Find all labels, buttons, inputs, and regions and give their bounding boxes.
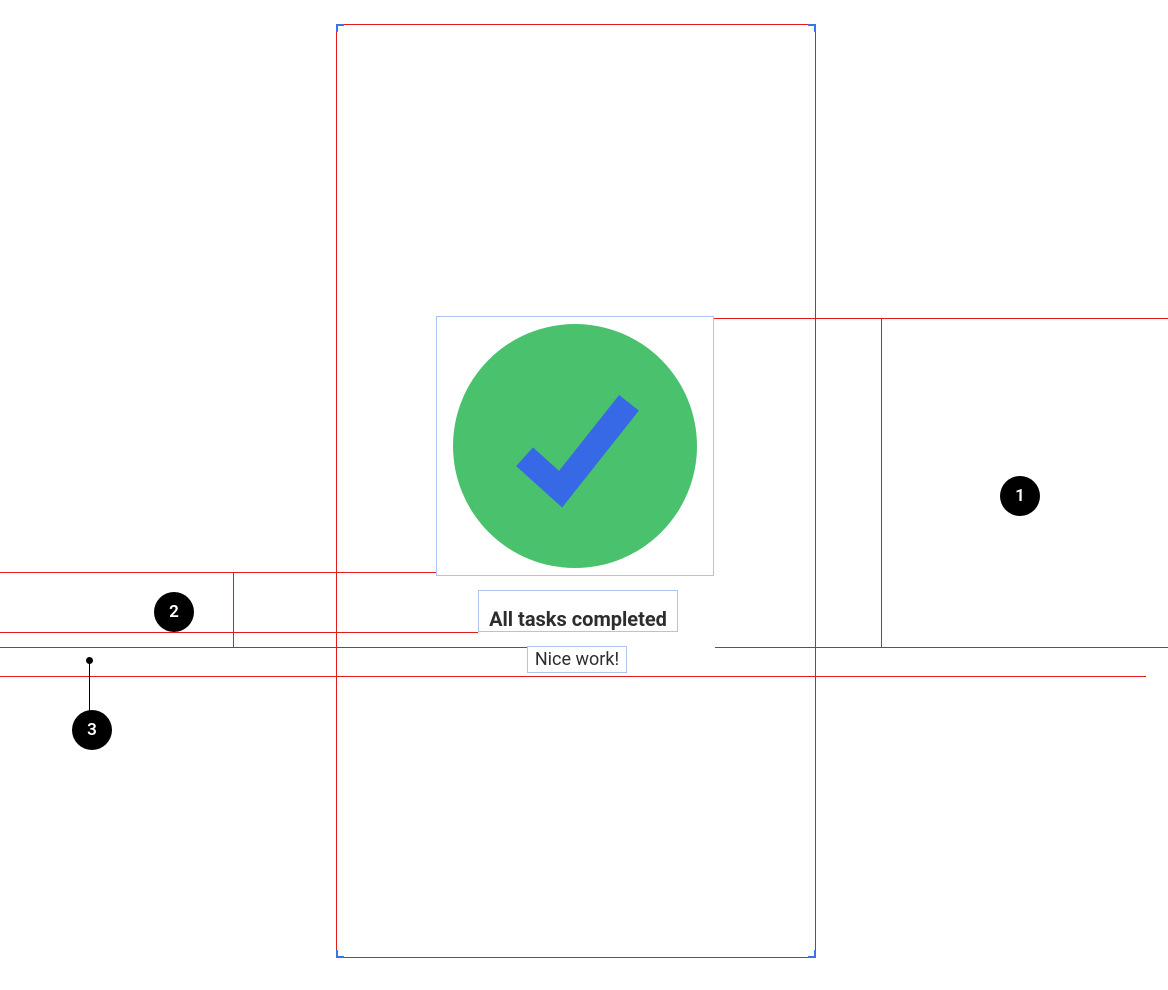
- annotation-badge-3: 3: [72, 710, 112, 750]
- checkmark-icon: [485, 356, 665, 536]
- annotation-badge-1: 1: [1000, 476, 1040, 516]
- guide-line: [713, 318, 1168, 319]
- annotation-badge-label: 1: [1015, 486, 1025, 506]
- status-icon-container: [436, 316, 714, 576]
- corner-marker-tl: [336, 24, 344, 32]
- corner-marker-bl: [336, 950, 344, 958]
- guide-line: [881, 318, 882, 647]
- corner-marker-br: [808, 950, 816, 958]
- status-subtitle-container: Nice work!: [527, 646, 627, 673]
- guide-line: [233, 572, 234, 647]
- guide-line: [0, 676, 1146, 677]
- status-title: All tasks completed: [489, 607, 667, 631]
- guide-line: [0, 632, 478, 633]
- guide-line: [0, 572, 478, 573]
- corner-marker-tr: [808, 24, 816, 32]
- annotation-badge-label: 3: [87, 720, 97, 740]
- checkmark-circle-icon: [453, 324, 697, 568]
- annotation-leader-line: [89, 660, 90, 712]
- annotation-badge-2: 2: [154, 592, 194, 632]
- status-title-container: All tasks completed: [478, 590, 678, 632]
- guide-line: [715, 647, 1168, 648]
- guide-line: [0, 647, 527, 648]
- annotation-badge-label: 2: [169, 602, 179, 622]
- status-subtitle: Nice work!: [535, 649, 619, 670]
